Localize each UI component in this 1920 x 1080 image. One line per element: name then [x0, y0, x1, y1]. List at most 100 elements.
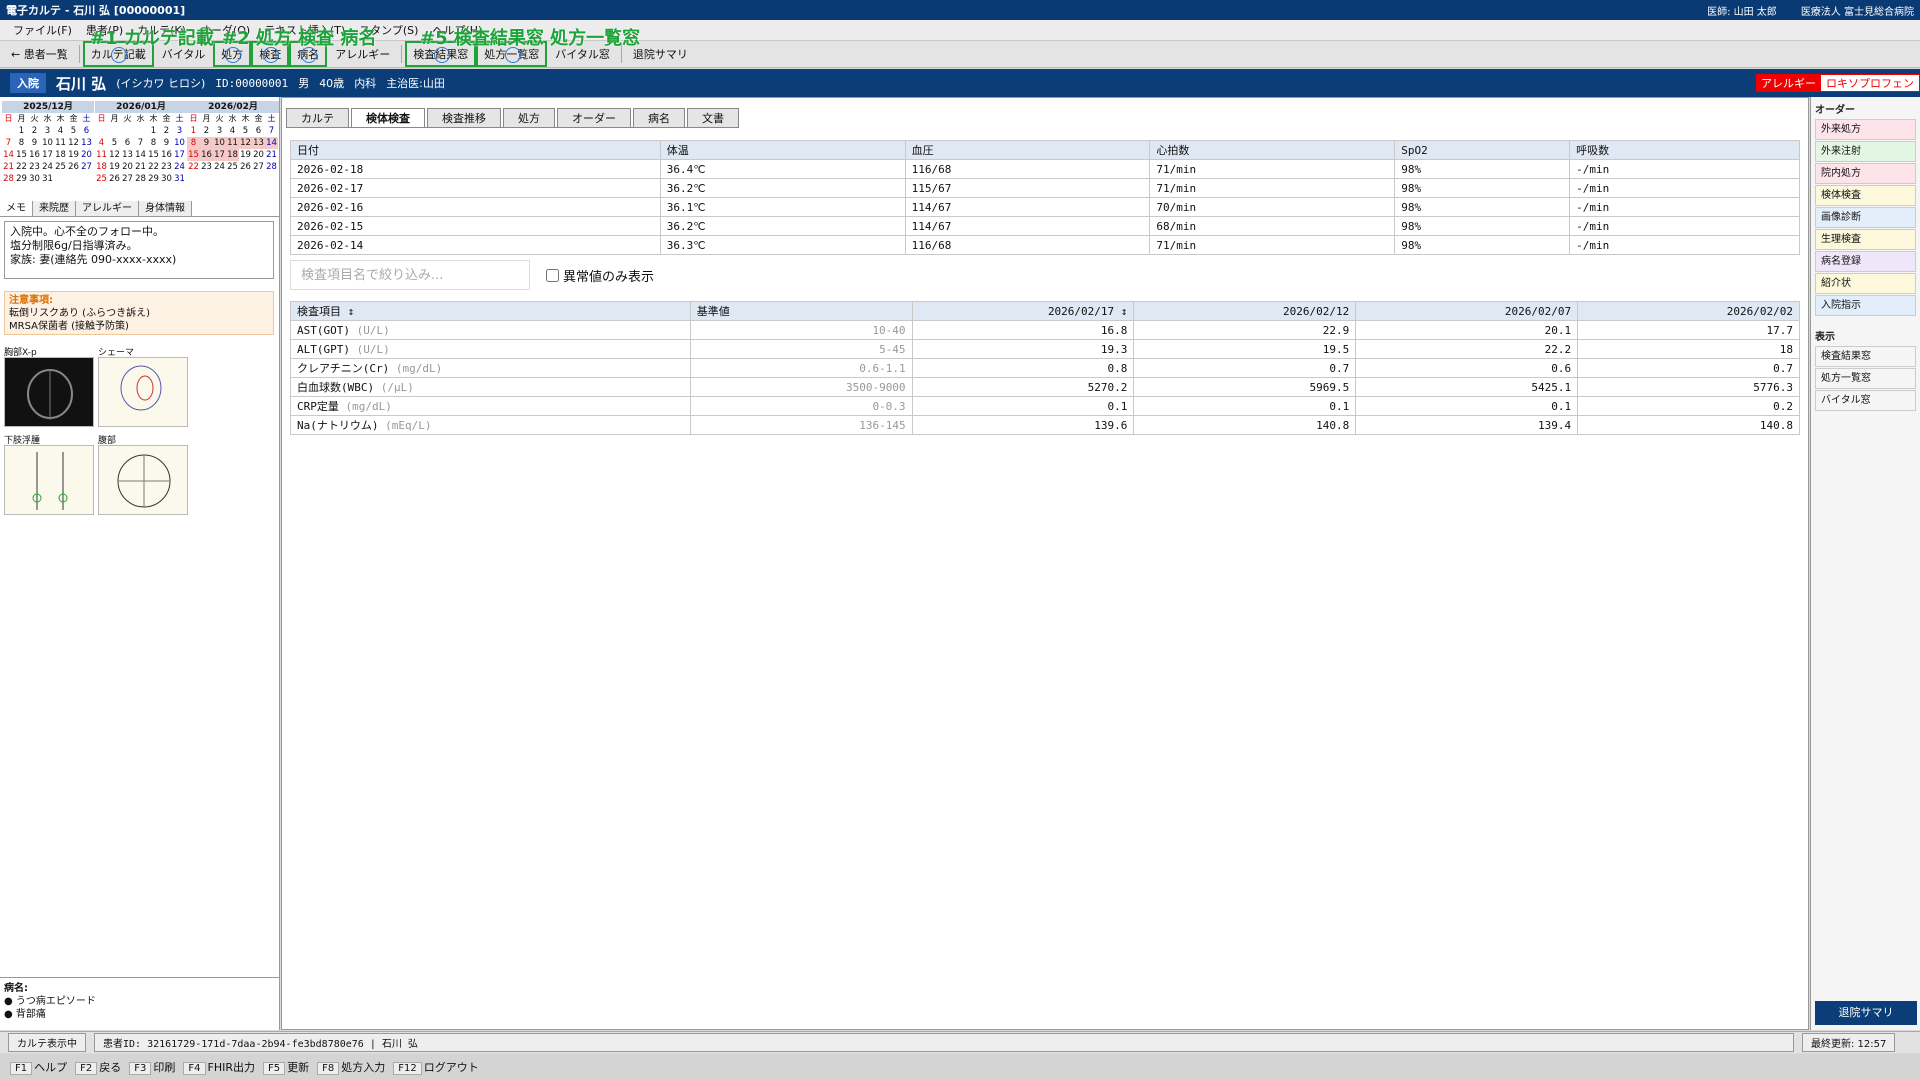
lab-column-header[interactable]: 検査項目 ↕: [290, 301, 691, 321]
lab-row[interactable]: クレアチニン(Cr) (mg/dL) 0.6-1.1 0.8 0.7 0.6 0.7: [290, 358, 1800, 378]
tab-test-trend[interactable]: 検査推移: [427, 108, 501, 127]
calendar-day[interactable]: 30: [28, 173, 41, 185]
order-button[interactable]: 紹介状: [1815, 273, 1916, 294]
vitals-column-header[interactable]: 日付: [290, 140, 661, 160]
calendar-day[interactable]: 19: [108, 161, 121, 173]
calendar-day[interactable]: 5: [108, 137, 121, 149]
function-key-button[interactable]: F5 更新: [263, 1059, 309, 1075]
calendar-day[interactable]: 2: [28, 125, 41, 137]
calendar-day[interactable]: 15: [187, 149, 200, 161]
calendar-day[interactable]: 29: [15, 173, 28, 185]
calendar-day[interactable]: 28: [2, 173, 15, 185]
order-button[interactable]: 画像診断: [1815, 207, 1916, 228]
calendar-day[interactable]: 4: [226, 125, 239, 137]
calendar-day[interactable]: 11: [226, 137, 239, 149]
function-key-button[interactable]: F4 FHIR出力: [183, 1059, 255, 1075]
calendar-day[interactable]: 14: [265, 137, 278, 149]
calendar-day[interactable]: 17: [213, 149, 226, 161]
calendar-day[interactable]: 4: [95, 137, 108, 149]
order-button[interactable]: 入院指示: [1815, 295, 1916, 316]
calendar-day[interactable]: 8: [187, 137, 200, 149]
calendar-day[interactable]: 9: [28, 137, 41, 149]
calendar-day[interactable]: 22: [187, 161, 200, 173]
calendar-day[interactable]: 29: [147, 173, 160, 185]
calendar-day[interactable]: 22: [15, 161, 28, 173]
disease-item[interactable]: ● うつ病エピソード: [4, 995, 276, 1008]
calendar-day[interactable]: 11: [95, 149, 108, 161]
vitals-column-header[interactable]: 心拍数: [1149, 140, 1396, 160]
calendar-day[interactable]: 7: [265, 125, 278, 137]
calendar-day[interactable]: 27: [252, 161, 265, 173]
calendar-day[interactable]: 21: [2, 161, 15, 173]
calendar-day[interactable]: 20: [80, 149, 93, 161]
calendar-day[interactable]: 23: [200, 161, 213, 173]
lab-column-header[interactable]: 2026/02/17 ↕: [911, 301, 1135, 321]
back-to-patient-list-button[interactable]: ← 患者一覧: [6, 44, 73, 64]
display-window-button[interactable]: 検査結果窓: [1815, 346, 1916, 367]
calendar-day[interactable]: 6: [252, 125, 265, 137]
calendar-day[interactable]: 14: [134, 149, 147, 161]
vitals-column-header[interactable]: 体温: [659, 140, 906, 160]
calendar-day[interactable]: 10: [173, 137, 186, 149]
tab-prescription[interactable]: 処方: [503, 108, 555, 127]
lab-column-header[interactable]: 2026/02/02: [1577, 301, 1800, 321]
calendar-day[interactable]: 25: [54, 161, 67, 173]
order-button[interactable]: 病名登録: [1815, 251, 1916, 272]
lab-column-header[interactable]: 2026/02/12: [1133, 301, 1357, 321]
tab-memo[interactable]: メモ: [0, 201, 33, 216]
discharge-summary-panel-button[interactable]: 退院サマリ: [1815, 1001, 1917, 1025]
tab-disease[interactable]: 病名: [633, 108, 685, 127]
calendar-day[interactable]: 3: [213, 125, 226, 137]
calendar-day[interactable]: 10: [41, 137, 54, 149]
calendar-day[interactable]: 14: [2, 149, 15, 161]
tab-document[interactable]: 文書: [687, 108, 739, 127]
vitals-column-header[interactable]: SpO2: [1394, 140, 1571, 160]
lab-column-header[interactable]: 2026/02/07: [1355, 301, 1579, 321]
menu-file[interactable]: ファイル(F): [6, 22, 79, 38]
calendar-day[interactable]: 16: [28, 149, 41, 161]
calendar-day[interactable]: 22: [147, 161, 160, 173]
calendar-day[interactable]: 1: [147, 125, 160, 137]
calendar-day[interactable]: 26: [239, 161, 252, 173]
order-button[interactable]: 外来処方: [1815, 119, 1916, 140]
calendar-day[interactable]: 6: [80, 125, 93, 137]
calendar-day[interactable]: 26: [67, 161, 80, 173]
calendar-day[interactable]: 31: [41, 173, 54, 185]
calendar-day[interactable]: 15: [15, 149, 28, 161]
disease-item[interactable]: ● 背部痛: [4, 1008, 276, 1021]
tab-order[interactable]: オーダー: [557, 108, 631, 127]
vitals-row[interactable]: 2026-02-14 36.3℃ 116/68 71/min 98% -/min: [290, 235, 1800, 255]
order-button[interactable]: 検体検査: [1815, 185, 1916, 206]
calendar-day[interactable]: 1: [15, 125, 28, 137]
calendar-day[interactable]: 11: [54, 137, 67, 149]
calendar-day[interactable]: 18: [226, 149, 239, 161]
calendar-day[interactable]: 27: [121, 173, 134, 185]
abdomen-thumbnail[interactable]: [98, 445, 188, 515]
calendar-day[interactable]: 12: [67, 137, 80, 149]
calendar-day[interactable]: 27: [80, 161, 93, 173]
calendar-day[interactable]: 25: [226, 161, 239, 173]
calendar-day[interactable]: 23: [28, 161, 41, 173]
calendar-day[interactable]: 28: [134, 173, 147, 185]
calendar-day[interactable]: 25: [95, 173, 108, 185]
calendar-day[interactable]: 8: [147, 137, 160, 149]
calendar-day[interactable]: 12: [239, 137, 252, 149]
calendar-day[interactable]: 23: [160, 161, 173, 173]
calendar-day[interactable]: 24: [173, 161, 186, 173]
calendar-day[interactable]: 18: [95, 161, 108, 173]
tab-karte[interactable]: カルテ: [286, 108, 349, 127]
calendar-day[interactable]: 4: [54, 125, 67, 137]
calendar-day[interactable]: 2: [160, 125, 173, 137]
calendar-day[interactable]: 1: [187, 125, 200, 137]
function-key-button[interactable]: F1 ヘルプ: [10, 1059, 67, 1075]
calendar-day[interactable]: 13: [121, 149, 134, 161]
calendar-day[interactable]: 15: [147, 149, 160, 161]
lab-row[interactable]: Na(ナトリウム) (mEq/L) 136-145 139.6 140.8 139.4 1…: [290, 415, 1800, 435]
calendar-day[interactable]: 13: [252, 137, 265, 149]
calendar-day[interactable]: 3: [173, 125, 186, 137]
vitals-row[interactable]: 2026-02-17 36.2℃ 115/67 71/min 98% -/min: [290, 178, 1800, 198]
function-key-button[interactable]: F12 ログアウト: [393, 1059, 479, 1075]
calendar-day[interactable]: 5: [239, 125, 252, 137]
calendar-day[interactable]: 17: [173, 149, 186, 161]
calendar-day[interactable]: 30: [160, 173, 173, 185]
